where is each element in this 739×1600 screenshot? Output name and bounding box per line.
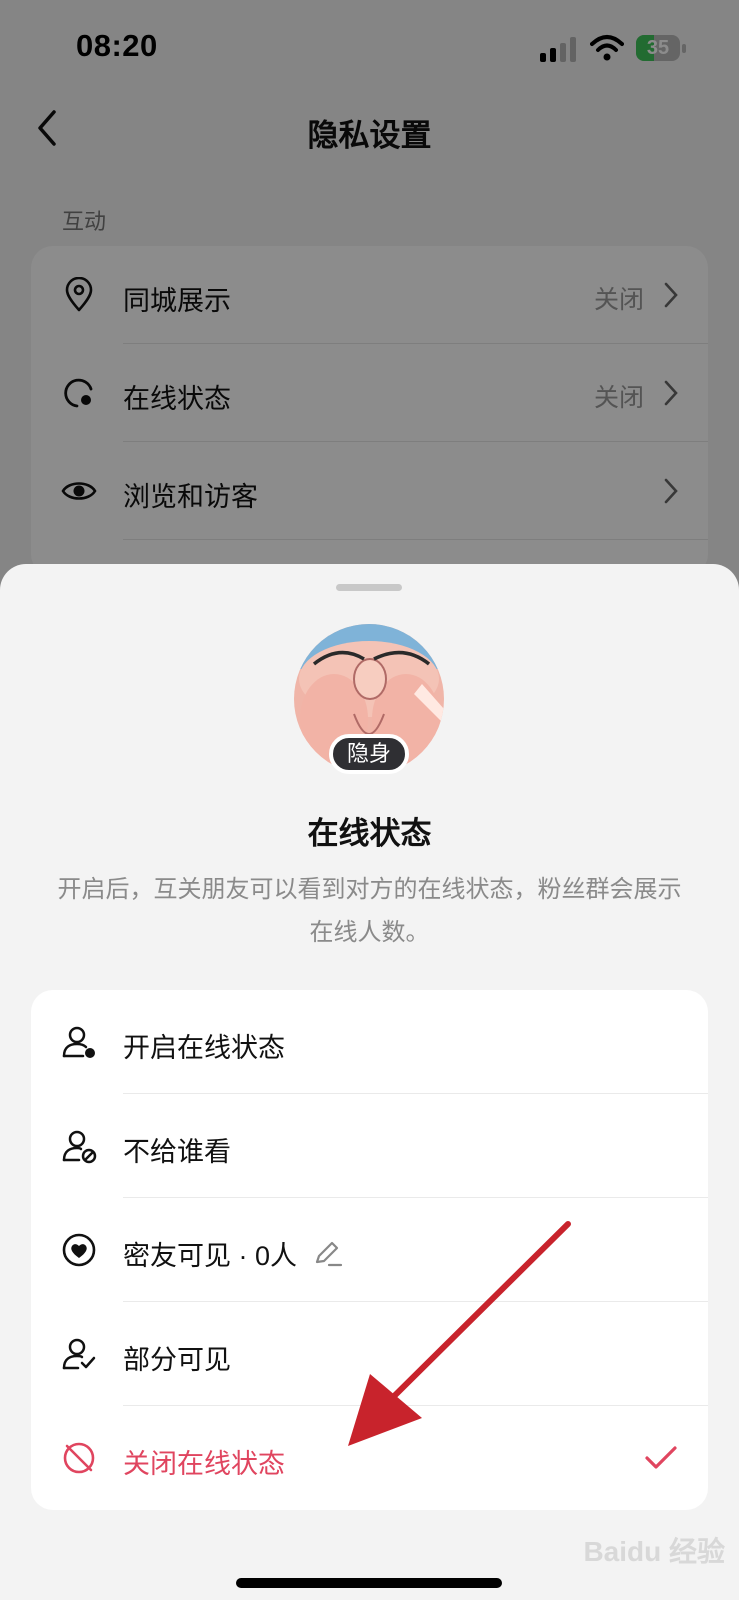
option-hide-from[interactable]: 不给谁看 bbox=[31, 1094, 708, 1198]
option-label: 部分可见 bbox=[123, 1345, 231, 1375]
edit-pencil-icon[interactable] bbox=[311, 1238, 343, 1270]
checkmark-icon bbox=[645, 1446, 677, 1469]
option-label: 开启在线状态 bbox=[123, 1033, 285, 1063]
home-indicator[interactable] bbox=[236, 1578, 502, 1588]
option-label: 关闭在线状态 bbox=[123, 1449, 285, 1479]
option-disable-online-status[interactable]: 关闭在线状态 bbox=[31, 1406, 708, 1510]
invisible-badge: 隐身 bbox=[329, 734, 409, 774]
status-off-icon bbox=[63, 1442, 95, 1474]
sheet-title: 在线状态 bbox=[307, 816, 432, 851]
user-check-icon bbox=[62, 1338, 96, 1370]
sheet-description: 开启后，互关朋友可以看到对方的在线状态，粉丝群会展示在线人数。 bbox=[57, 876, 682, 946]
option-close-friends-visible[interactable]: 密友可见 · 0人 bbox=[31, 1198, 708, 1302]
close-friends-label: 密友可见 · 0人 bbox=[123, 1241, 298, 1271]
user-block-icon bbox=[62, 1130, 97, 1164]
option-label: 密友可见 · 0人 bbox=[123, 1234, 343, 1274]
sheet-drag-handle[interactable] bbox=[336, 584, 402, 591]
visibility-options-list: 开启在线状态 不给谁看 密友可见 · 0人 部分可见 关闭在线状态 bbox=[31, 990, 708, 1510]
heart-circle-icon bbox=[62, 1233, 96, 1267]
user-online-icon bbox=[62, 1026, 95, 1058]
online-status-sheet: 隐身 在线状态 开启后，互关朋友可以看到对方的在线状态，粉丝群会展示在线人数。 … bbox=[0, 564, 739, 1600]
watermark-logo: Baidu 经验 bbox=[583, 1536, 725, 1567]
option-enable-online-status[interactable]: 开启在线状态 bbox=[31, 990, 708, 1094]
option-partially-visible[interactable]: 部分可见 bbox=[31, 1302, 708, 1406]
option-label: 不给谁看 bbox=[123, 1137, 231, 1167]
